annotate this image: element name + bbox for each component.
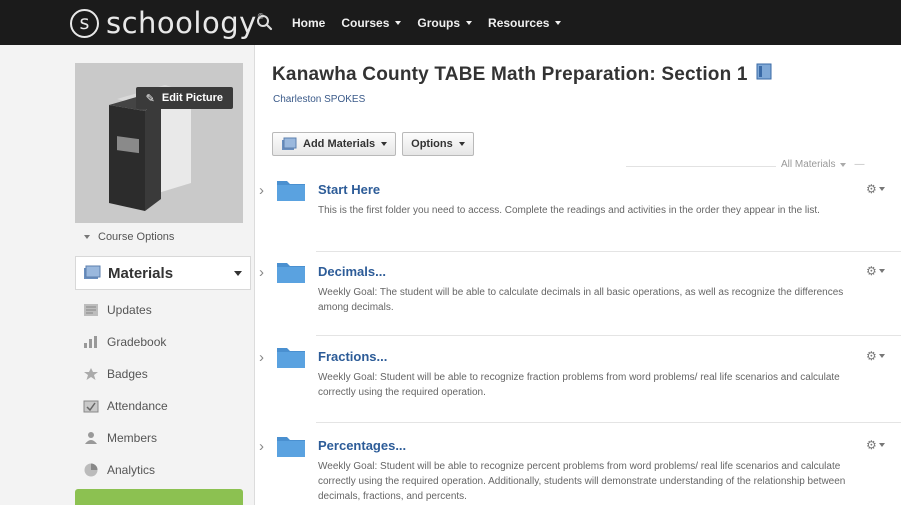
sidebar-item-materials[interactable]: Materials bbox=[75, 256, 251, 290]
logo-text: schoology bbox=[106, 6, 257, 40]
chevron-down-icon bbox=[466, 20, 473, 25]
materials-icon bbox=[82, 264, 102, 282]
sidebar-item-label: Gradebook bbox=[107, 335, 167, 349]
gear-icon[interactable]: ⚙ bbox=[866, 438, 885, 452]
gear-icon[interactable]: ⚙ bbox=[866, 349, 885, 363]
nav-resources-label: Resources bbox=[488, 15, 550, 30]
gear-icon[interactable]: ⚙ bbox=[866, 264, 885, 278]
add-materials-icon bbox=[281, 137, 297, 151]
search-icon[interactable] bbox=[254, 12, 276, 34]
gear-icon[interactable]: ⚙ bbox=[866, 182, 885, 196]
row-divider bbox=[316, 422, 901, 423]
nav-home-label: Home bbox=[292, 15, 326, 30]
folder-icon bbox=[276, 345, 306, 374]
folder-item[interactable]: › Start Here This is the first folder yo… bbox=[256, 178, 901, 242]
course-options-label: Course Options bbox=[98, 231, 175, 243]
options-button[interactable]: Options bbox=[402, 132, 474, 156]
sidebar-item-label: Updates bbox=[107, 303, 152, 317]
chevron-right-icon[interactable]: › bbox=[259, 182, 264, 199]
course-section-link[interactable]: Charleston SPOKES bbox=[273, 94, 365, 105]
nav-home[interactable]: Home bbox=[292, 16, 325, 30]
sidebar-item-attendance[interactable]: Attendance bbox=[75, 390, 251, 422]
sidebar-item-gradebook[interactable]: Gradebook bbox=[75, 326, 251, 358]
chevron-down-icon bbox=[555, 20, 562, 25]
attendance-icon bbox=[81, 397, 101, 415]
chevron-down-icon bbox=[878, 187, 885, 191]
filter-divider bbox=[626, 166, 776, 167]
options-label: Options bbox=[411, 138, 453, 150]
chevron-down-icon bbox=[381, 142, 388, 146]
nav-groups[interactable]: Groups bbox=[417, 15, 473, 30]
add-materials-label: Add Materials bbox=[303, 138, 376, 150]
chevron-right-icon[interactable]: › bbox=[259, 349, 264, 366]
folder-title[interactable]: Decimals... bbox=[318, 264, 386, 279]
chevron-down-icon bbox=[84, 235, 90, 239]
sidebar-item-label: Attendance bbox=[107, 399, 168, 413]
folder-description: This is the first folder you need to acc… bbox=[318, 205, 820, 216]
chevron-down-icon bbox=[458, 142, 465, 146]
main-content: Kanawha County TABE Math Preparation: Se… bbox=[256, 45, 901, 505]
course-options-button[interactable]: Course Options bbox=[84, 231, 174, 243]
folder-title[interactable]: Percentages... bbox=[318, 438, 406, 453]
sidebar-item-updates[interactable]: Updates bbox=[75, 294, 251, 326]
sidebar-item-label: Badges bbox=[107, 367, 148, 381]
updates-icon bbox=[81, 301, 101, 319]
row-divider bbox=[316, 251, 901, 252]
row-divider bbox=[316, 335, 901, 336]
sidebar-item-label: Members bbox=[107, 431, 158, 445]
pencil-icon: ✎ bbox=[145, 92, 155, 105]
materials-toolbar: Add Materials Options bbox=[272, 132, 480, 156]
folder-icon bbox=[276, 260, 306, 289]
chevron-down-icon bbox=[234, 270, 242, 276]
filter-dash: — bbox=[854, 159, 865, 170]
logo-mark: s bbox=[70, 8, 99, 38]
materials-filter-dropdown[interactable]: All Materials — bbox=[781, 159, 864, 170]
folder-item[interactable]: › Percentages... Weekly Goal: Student wi… bbox=[256, 434, 901, 505]
filter-label: All Materials bbox=[781, 159, 836, 170]
folder-description: Weekly Goal: Student will be able to rec… bbox=[318, 372, 840, 398]
folder-item[interactable]: › Decimals... Weekly Goal: The student w… bbox=[256, 260, 901, 324]
folder-description: Weekly Goal: Student will be able to rec… bbox=[318, 461, 846, 502]
sidebar-item-analytics[interactable]: Analytics bbox=[75, 454, 251, 486]
sidebar-item-badges[interactable]: Badges bbox=[75, 358, 251, 390]
members-icon bbox=[81, 429, 101, 447]
course-sidebar: ✎ Edit Picture Course Options Materials … bbox=[0, 45, 255, 505]
nav-groups-label: Groups bbox=[417, 15, 461, 30]
schoology-logo[interactable]: s schoology ® bbox=[70, 5, 264, 41]
sidebar-green-panel[interactable] bbox=[75, 489, 243, 505]
folder-icon bbox=[276, 434, 306, 463]
folder-item[interactable]: › Fractions... Weekly Goal: Student will… bbox=[256, 345, 901, 409]
chevron-down-icon bbox=[840, 162, 847, 167]
nav-resources[interactable]: Resources bbox=[488, 15, 562, 30]
sidebar-item-label: Materials bbox=[108, 264, 174, 282]
add-materials-button[interactable]: Add Materials bbox=[272, 132, 397, 156]
badges-icon bbox=[81, 365, 101, 383]
sidebar-item-label: Analytics bbox=[107, 463, 156, 477]
edit-picture-button[interactable]: ✎ Edit Picture bbox=[135, 87, 233, 109]
folder-title[interactable]: Fractions... bbox=[318, 349, 387, 364]
analytics-icon bbox=[81, 461, 101, 479]
nav-courses[interactable]: Courses bbox=[341, 15, 402, 30]
folder-icon bbox=[276, 178, 306, 207]
sidebar-item-members[interactable]: Members bbox=[75, 422, 251, 454]
chevron-right-icon[interactable]: › bbox=[259, 438, 264, 455]
course-title-text: Kanawha County TABE Math Preparation: Se… bbox=[272, 63, 748, 85]
chevron-down-icon bbox=[878, 443, 885, 447]
folder-description: Weekly Goal: The student will be able to… bbox=[318, 287, 844, 313]
gradebook-icon bbox=[81, 333, 101, 351]
sidebar-menu: Materials Updates Gradebook Badges Atten… bbox=[75, 256, 251, 486]
chevron-down-icon bbox=[878, 269, 885, 273]
chevron-down-icon bbox=[395, 20, 402, 25]
main-nav: Home Courses Groups Resources bbox=[292, 0, 577, 45]
course-title: Kanawha County TABE Math Preparation: Se… bbox=[272, 63, 772, 86]
notebook-icon bbox=[756, 63, 772, 86]
nav-courses-label: Courses bbox=[341, 15, 390, 30]
top-navigation-bar: s schoology ® Home Courses Groups Resour… bbox=[0, 0, 901, 45]
folder-title[interactable]: Start Here bbox=[318, 182, 380, 197]
chevron-down-icon bbox=[878, 354, 885, 358]
course-picture: ✎ Edit Picture bbox=[75, 63, 243, 223]
edit-picture-label: Edit Picture bbox=[161, 92, 223, 104]
chevron-right-icon[interactable]: › bbox=[259, 264, 264, 281]
